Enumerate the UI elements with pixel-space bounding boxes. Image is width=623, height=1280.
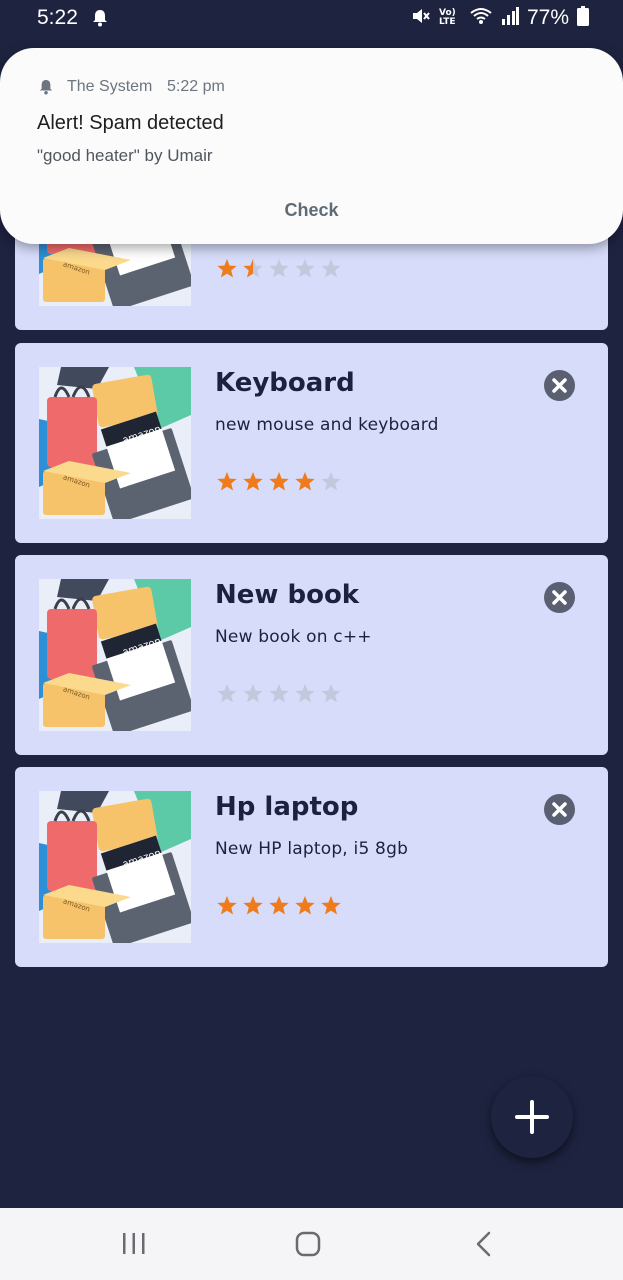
star-icon [321,259,341,278]
bell-icon [92,9,108,31]
battery-percentage: 77% [526,6,569,29]
check-button[interactable]: Check [0,200,623,221]
back-icon [476,1231,491,1257]
item-description: new mouse and keyboard [215,415,439,435]
star-icon [243,259,263,278]
rating-stars [216,683,342,704]
item-card[interactable]: amazon amazon New book New book on c++ [15,555,608,755]
star-icon [217,259,237,278]
item-title: New book [215,580,360,610]
plus-icon [515,1100,549,1134]
status-bar: 5:22 Vo) LTE 77% [0,0,623,38]
recent-apps-button[interactable] [114,1228,154,1260]
shopping-illustration: amazon amazon [39,579,191,731]
wifi-icon [469,6,493,30]
rating-stars [216,895,342,916]
star-icon [295,896,315,915]
star-icon [217,684,237,703]
delete-button[interactable] [544,370,575,401]
shopping-illustration: amazon amazon [39,367,191,519]
star-icon [269,684,289,703]
notification-app-name: The System [67,78,153,95]
add-item-button[interactable] [491,1076,573,1158]
item-title: Keyboard [215,368,355,398]
recent-apps-icon [123,1233,145,1254]
star-icon [269,896,289,915]
close-icon [552,378,567,393]
battery-icon [577,6,589,30]
item-description: New HP laptop, i5 8gb [215,839,409,859]
status-time: 5:22 [37,6,78,29]
delete-button[interactable] [544,582,575,613]
bell-icon [39,79,53,99]
home-icon [295,1231,321,1257]
star-icon [243,472,263,491]
shopping-illustration: amazon amazon [39,791,191,943]
home-button[interactable] [288,1228,328,1260]
rating-stars [216,471,342,492]
item-image: amazon amazon [39,791,191,943]
star-icon [295,472,315,491]
star-icon [321,472,341,491]
star-icon [321,896,341,915]
network-label: Vo) LTE [438,8,456,27]
back-button[interactable] [463,1228,503,1260]
star-icon [295,684,315,703]
item-card[interactable]: amazon amazon Hp laptop New HP laptop, i… [15,767,608,967]
notification-title: Alert! Spam detected [37,112,224,134]
mute-icon [411,6,431,30]
item-description: New book on c++ [215,627,372,647]
star-icon [269,472,289,491]
star-icon [269,259,289,278]
notification-text: "good heater" by Umair [37,146,213,165]
signal-icon [501,7,519,29]
navigation-bar [0,1208,623,1280]
star-icon [321,684,341,703]
notification-time: 5:22 pm [167,78,225,95]
notification-card[interactable]: The System 5:22 pm Alert! Spam detected … [0,48,623,244]
item-image: amazon amazon [39,579,191,731]
star-icon [217,896,237,915]
delete-button[interactable] [544,794,575,825]
rating-stars [216,258,342,279]
star-icon [217,472,237,491]
star-icon [243,896,263,915]
close-icon [552,802,567,817]
item-card[interactable]: amazon amazon Keyboard new mouse and key… [15,343,608,543]
item-title: Hp laptop [215,792,359,822]
close-icon [552,590,567,605]
star-icon [295,259,315,278]
item-image: amazon amazon [39,367,191,519]
star-icon [243,684,263,703]
